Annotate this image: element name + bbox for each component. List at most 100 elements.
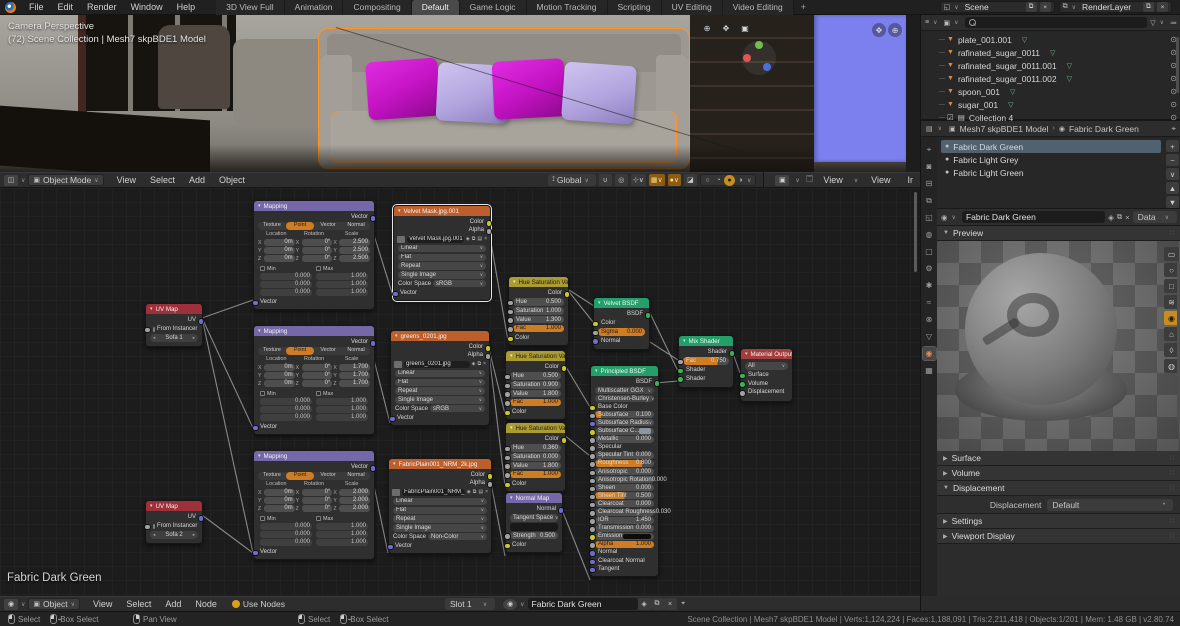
outliner-item[interactable]: ▼ ☑ ▤ rafinated_sugar_0011.002 ▽ ⊙ (921, 72, 1180, 85)
node-uv-map-1[interactable]: UV Map UV From Instancer ◂ Sofa 1 ▸ (144, 303, 204, 347)
properties-editor-icon[interactable]: ▤ (926, 125, 933, 133)
mapping-value-field[interactable]: Z 0m (258, 380, 295, 388)
mapping-value-field[interactable]: Y 0m (258, 247, 295, 255)
uv-output-socket[interactable]: UV (146, 316, 204, 325)
workspace-tab[interactable]: Compositing (343, 0, 412, 15)
node-input-row[interactable]: Volume (739, 380, 788, 389)
outliner-options-icon[interactable]: ≔ (1170, 19, 1177, 27)
node-editor-menu[interactable]: Node (188, 598, 224, 610)
node-input-row[interactable]: Fac 0.750 (677, 357, 729, 366)
snap-magnet-icon[interactable]: ∪ (598, 174, 612, 186)
uv-map-name-field[interactable] (510, 523, 558, 531)
workspace-tab[interactable]: Motion Tracking (526, 0, 608, 15)
shading-wireframe-button[interactable]: ○ (702, 175, 713, 186)
mapping-value-field[interactable]: X 0m (258, 364, 295, 372)
add-slot-button[interactable]: + (1166, 140, 1179, 152)
copy-icon[interactable]: ⧉ (478, 361, 482, 367)
min-value-field[interactable]: 0.000 (260, 398, 312, 405)
min-checkbox[interactable]: Min (260, 515, 312, 522)
lighting-dropdown[interactable]: ●∨ (667, 174, 681, 186)
scene-selector[interactable]: ◱ ∨ Scene ⧉ × (939, 1, 1055, 13)
min-value-field[interactable]: 0.000 (260, 273, 312, 280)
add-workspace-button[interactable]: + (794, 0, 813, 14)
mapping-value-field[interactable]: Z 0m (258, 255, 295, 263)
fake-user-icon[interactable]: ◈ (472, 361, 476, 367)
vector-input-socket[interactable]: Vector (392, 289, 490, 298)
properties-tab-texture[interactable]: ▦ (923, 364, 936, 377)
uv-map-select[interactable]: ◂ Sofa 2 ▸ (150, 531, 198, 539)
mapping-type-button[interactable]: Vector (314, 347, 342, 354)
mapping-value-field[interactable]: X 1.700 (333, 364, 370, 372)
mapping-type-button[interactable]: Point (286, 347, 314, 355)
node-input-row[interactable]: IOR 1.450 (589, 516, 654, 525)
node-value-slider[interactable]: Fac 1.000 (504, 470, 561, 480)
node-input-row[interactable]: Clearcoat Roughness 0.030 (589, 508, 671, 517)
panel-preview[interactable]: ▼ Preview ∷ (937, 226, 1180, 241)
move-slot-up-button[interactable]: ▲ (1166, 182, 1179, 194)
mapping-value-field[interactable]: Y 0° (296, 497, 333, 505)
node-input-row[interactable]: Clearcoat Normal (589, 557, 654, 566)
node-input-row[interactable]: Transmission 0.000 (589, 524, 654, 533)
fake-user-icon[interactable]: ◈ (637, 598, 651, 610)
node-image-texture-greens[interactable]: greens_0201.jpg Color Alpha greens_0201.… (389, 330, 491, 426)
material-sphere-icon[interactable]: ◉ (503, 598, 518, 610)
node-input-row[interactable]: Surface (739, 371, 788, 380)
max-value-field[interactable]: 1.000 (316, 405, 368, 413)
min-checkbox[interactable]: Min (260, 390, 312, 397)
material-name-field[interactable]: Fabric Dark Green (527, 598, 638, 610)
node-mapping-3[interactable]: Mapping Vector Texture Point Vector Norm… (252, 450, 376, 560)
color-output-socket[interactable]: Color (391, 343, 491, 352)
properties-tab-material[interactable]: ◉ (921, 346, 937, 361)
zoom-icon[interactable]: ⊕ (700, 21, 714, 35)
copy-material-icon[interactable]: ⧉ (1117, 212, 1122, 222)
min-value-field[interactable]: 0.000 (260, 280, 312, 288)
vector-output-socket[interactable]: Vector (254, 338, 376, 347)
node-input-row[interactable]: Normal (589, 549, 654, 557)
node-mapping-2[interactable]: Mapping Vector Texture Point Vector Norm… (252, 325, 376, 435)
max-value-field[interactable]: 1.000 (316, 523, 368, 530)
scene-pillow-magenta[interactable] (365, 57, 441, 121)
shading-material-button[interactable]: ● (723, 174, 735, 186)
panel-viewport-display[interactable]: ▶ Viewport Display ∷ (937, 529, 1180, 544)
mapping-type-button[interactable]: Texture (258, 222, 286, 229)
arrow-left-icon[interactable]: ◂ (153, 532, 155, 538)
xray-toggle[interactable]: ◪ (683, 174, 697, 186)
uv-map-select[interactable]: ◂ Sofa 1 ▸ (150, 334, 198, 342)
workspace-tab[interactable]: Animation (284, 0, 344, 15)
vector-input-socket[interactable]: Vector (252, 423, 374, 432)
arrow-left-icon[interactable]: ◂ (153, 335, 155, 341)
displacement-method-dropdown[interactable]: Default • (1047, 498, 1173, 511)
workspace-tab[interactable]: Video Editing (722, 0, 794, 15)
color-space-dropdown[interactable]: Non-Color (428, 532, 487, 541)
image-setting-dropdown[interactable]: Repeat (395, 387, 485, 395)
viewport-menu[interactable]: View (110, 174, 143, 186)
strength-slider[interactable]: Strength 0.500 (504, 531, 558, 541)
properties-tab-tool[interactable]: ⌖ (923, 143, 936, 156)
viewport-menu[interactable]: Select (143, 174, 182, 186)
mapping-value-field[interactable]: Z 1.700 (333, 380, 370, 388)
workspace-tab[interactable]: UV Editing (661, 0, 723, 15)
mapping-type-button[interactable]: Normal (342, 472, 370, 479)
node-value-slider[interactable]: Value 1.800 (504, 389, 561, 399)
node-value-slider[interactable]: Value 1.300 (507, 315, 564, 325)
link-dropdown[interactable]: Data ∨ (1132, 211, 1177, 223)
3d-viewport[interactable]: Camera Perspective (72) Scene Collection… (0, 15, 920, 172)
vector-input-socket[interactable]: Vector (252, 298, 374, 307)
editor-type-icon[interactable]: ◫ (4, 174, 18, 186)
mapping-value-field[interactable]: Y 0m (258, 372, 295, 380)
material-sphere-icon[interactable]: ◉ (941, 213, 948, 222)
viewport-menu[interactable]: Add (182, 174, 212, 186)
alpha-output-socket[interactable]: Alpha (389, 479, 493, 488)
node-mapping-1[interactable]: Mapping Vector Texture Point Vector Norm… (252, 200, 376, 310)
new-scene-button[interactable]: ⧉ (1025, 2, 1037, 12)
mapping-value-field[interactable]: Y 2.000 (333, 497, 370, 505)
image-setting-dropdown[interactable]: Single Image (393, 524, 487, 532)
alpha-output-socket[interactable]: Alpha (394, 226, 492, 235)
max-checkbox[interactable]: Max (316, 515, 368, 522)
outliner-item[interactable]: ▼ ☑ ▤ sugar_001 ▽ ⊙ (921, 98, 1180, 111)
color-input-socket[interactable]: Color (504, 541, 562, 550)
node-velvet-bsdf[interactable]: Velvet BSDF BSDF Color Sigma0.000 Normal (592, 297, 651, 350)
max-value-field[interactable]: 1.000 (316, 413, 368, 421)
max-value-field[interactable]: 1.000 (316, 530, 368, 538)
mapping-value-field[interactable]: Z 0° (296, 505, 333, 513)
